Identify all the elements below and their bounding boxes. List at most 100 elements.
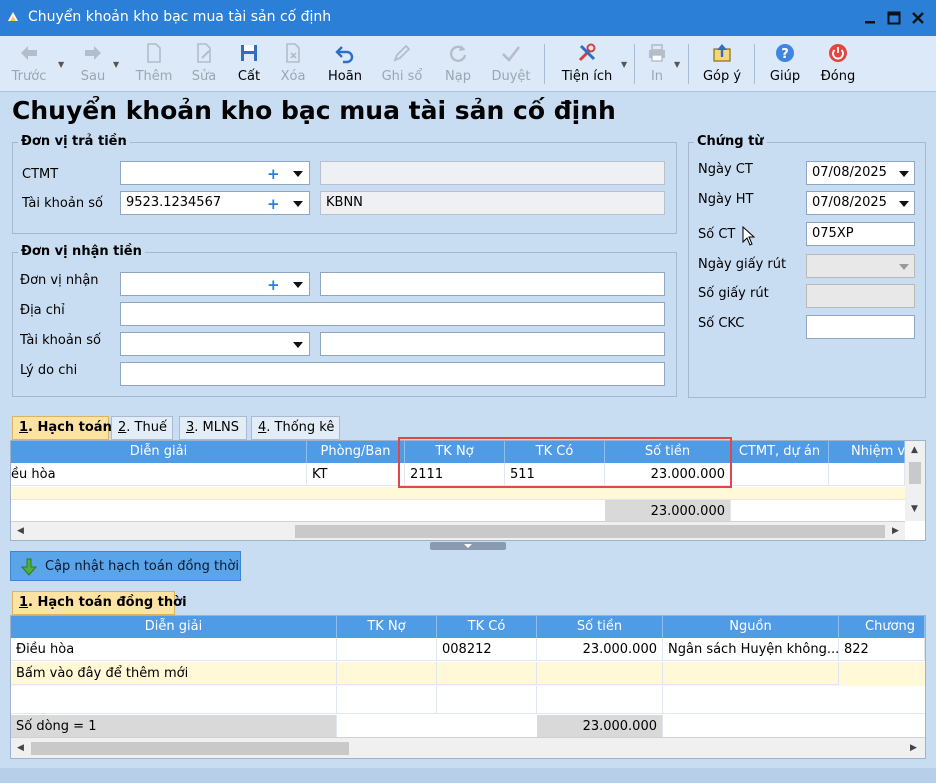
col-chuong[interactable]: Chương [839, 616, 925, 638]
add-icon[interactable]: + [267, 165, 280, 183]
tab-thong-ke[interactable]: 4. Thống kê [251, 416, 340, 440]
col-nguon[interactable]: Nguồn [663, 616, 839, 638]
col-phong-ban[interactable]: Phòng/Ban [307, 441, 405, 463]
scroll-thumb[interactable] [295, 525, 885, 538]
feedback-button[interactable]: Góp ý [698, 40, 746, 90]
col-so-tien[interactable]: Số tiền [537, 616, 663, 638]
receiver-unit-name-field[interactable] [320, 272, 665, 296]
chevron-down-icon[interactable] [899, 171, 909, 177]
add-icon[interactable]: + [267, 276, 280, 294]
scroll-left-icon[interactable]: ◀ [12, 523, 29, 540]
post-button[interactable]: Ghi sổ [378, 40, 426, 90]
ctmt-label: CTMT [22, 167, 59, 182]
col-tk-no[interactable]: TK Nợ [337, 616, 437, 638]
arrow-down-icon [21, 558, 37, 576]
approve-button[interactable]: Duyệt [488, 40, 534, 90]
ctmt-combo[interactable]: + [120, 161, 310, 185]
col-ctmt[interactable]: CTMT, dự án [731, 441, 829, 463]
help-button[interactable]: ? Giúp [764, 40, 806, 90]
add-new-hint[interactable]: Bấm vào đây để thêm mới [11, 662, 337, 685]
chevron-down-icon[interactable] [899, 201, 909, 207]
chevron-down-icon[interactable] [293, 342, 303, 348]
toolbar-separator [634, 44, 635, 84]
splitter-handle[interactable] [430, 542, 506, 550]
simultaneous-grid: Diễn giải TK Nợ TK Có Số tiền Nguồn Chươ… [10, 615, 926, 759]
receiver-bank-field[interactable] [320, 332, 665, 356]
close-button[interactable]: Đóng [816, 40, 860, 90]
edit-button[interactable]: Sửa [184, 40, 224, 90]
reason-label: Lý do chi [20, 363, 78, 378]
window-titlebar: Chuyển khoản kho bạc mua tài sản cố định [0, 0, 936, 36]
chevron-down-icon [464, 544, 472, 548]
chevron-down-icon[interactable] [293, 201, 303, 207]
chevron-down-icon [899, 264, 909, 270]
col-nhiem-vu[interactable]: Nhiệm vụ [829, 441, 913, 463]
scroll-right-icon[interactable]: ▶ [905, 740, 922, 757]
page-title: Chuyển khoản kho bạc mua tài sản cố định [12, 96, 616, 125]
undo-icon [335, 46, 354, 64]
address-label: Địa chỉ [20, 303, 65, 318]
payer-account-combo[interactable]: 9523.1234567 + [120, 191, 310, 215]
vertical-scrollbar[interactable]: ▲ ▼ [905, 441, 925, 521]
col-tk-co[interactable]: TK Có [437, 616, 537, 638]
horizontal-scrollbar[interactable]: ◀ ▶ [11, 521, 905, 540]
scroll-down-icon[interactable]: ▼ [906, 501, 923, 518]
date-ct-label: Ngày CT [698, 162, 753, 177]
scroll-left-icon[interactable]: ◀ [12, 740, 29, 757]
minimize-icon[interactable] [860, 8, 880, 28]
col-dien-giai[interactable]: Diễn giải [11, 441, 307, 463]
scroll-thumb[interactable] [31, 742, 349, 755]
arrow-left-icon [21, 46, 37, 60]
maximize-icon[interactable] [884, 8, 904, 28]
tab-hach-toan-dong-thoi[interactable]: 1. Hạch toán đồng thời [12, 591, 187, 615]
add-new-row[interactable]: Bấm vào đây để thêm mới [11, 662, 925, 686]
new-row[interactable] [11, 487, 905, 499]
utilities-dropdown-caret[interactable]: ▼ [621, 60, 627, 69]
vscroll-thumb[interactable] [909, 462, 921, 484]
horizontal-scrollbar[interactable]: ◀ ▶ [11, 737, 925, 758]
chevron-down-icon[interactable] [293, 171, 303, 177]
address-field[interactable] [120, 302, 665, 326]
payer-group [12, 142, 677, 234]
tab-thue[interactable]: 2. Thuế [111, 416, 173, 440]
table-row[interactable]: Điều hòa 008212 23.000.000 Ngân sách Huy… [11, 638, 925, 662]
status-strip [0, 768, 936, 783]
tab-hach-toan[interactable]: 1. Hạch toán [12, 416, 112, 440]
reason-field[interactable] [120, 362, 665, 386]
date-ht-picker[interactable]: 07/08/2025 [806, 191, 915, 215]
add-button[interactable]: Thêm [132, 40, 176, 90]
refresh-icon [449, 45, 467, 62]
close-window-icon[interactable] [908, 8, 928, 28]
so-ckc-label: Số CKC [698, 316, 745, 331]
next-dropdown-caret[interactable]: ▼ [113, 60, 119, 69]
receiver-account-combo[interactable] [120, 332, 310, 356]
chevron-down-icon[interactable] [293, 282, 303, 288]
print-dropdown-caret[interactable]: ▼ [674, 60, 680, 69]
arrow-right-icon [85, 46, 101, 60]
date-ct-picker[interactable]: 07/08/2025 [806, 161, 915, 185]
total-so-tien: 23.000.000 [537, 715, 663, 738]
tab-mlns[interactable]: 3. MLNS [179, 416, 247, 440]
toolbar-separator [754, 44, 755, 84]
print-button[interactable]: In [640, 40, 674, 90]
undo-button[interactable]: Hoãn [322, 40, 368, 90]
reload-button[interactable]: Nạp [438, 40, 478, 90]
ngay-giay-rut-label: Ngày giấy rút [698, 257, 787, 272]
add-icon[interactable]: + [267, 195, 280, 213]
ngay-giay-rut-picker [806, 254, 915, 278]
so-ct-field[interactable]: 075XP [806, 222, 915, 246]
scroll-right-icon[interactable]: ▶ [887, 523, 904, 540]
next-button[interactable]: Sau [70, 40, 116, 90]
utilities-button[interactable]: Tiện ích [556, 40, 618, 90]
total-row: 23.000.000 [11, 499, 905, 523]
update-simultaneous-button[interactable]: Cập nhật hạch toán đồng thời [10, 551, 241, 581]
save-button[interactable]: Cất [230, 40, 268, 90]
prev-dropdown-caret[interactable]: ▼ [58, 60, 64, 69]
delete-button[interactable]: Xóa [274, 40, 312, 90]
receiver-unit-label: Đơn vị nhận [20, 273, 99, 288]
so-ckc-field[interactable] [806, 315, 915, 339]
prev-button[interactable]: Trước [6, 40, 52, 90]
col-dien-giai[interactable]: Diễn giải [11, 616, 337, 638]
scroll-up-icon[interactable]: ▲ [906, 442, 923, 459]
receiver-unit-combo[interactable]: + [120, 272, 310, 296]
